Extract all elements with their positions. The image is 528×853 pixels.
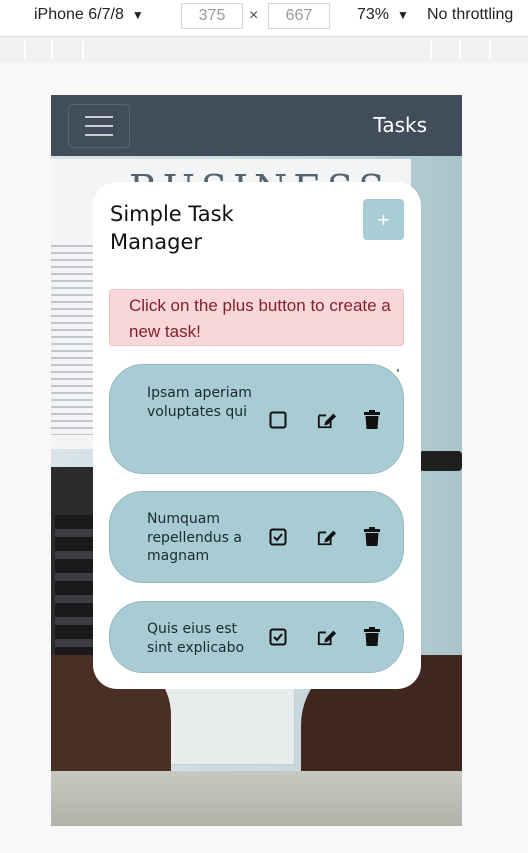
chevron-down-icon: ▼ bbox=[131, 8, 144, 22]
task-item: Ipsam aperiam voluptates qui bbox=[109, 364, 404, 474]
ruler-tick bbox=[430, 41, 432, 59]
zoom-select[interactable]: 73% ▼ bbox=[357, 6, 409, 24]
ruler-tick bbox=[459, 41, 461, 59]
edit-icon bbox=[317, 630, 337, 646]
square-icon bbox=[269, 411, 287, 429]
info-alert: Click on the plus button to create a new… bbox=[109, 289, 404, 346]
device-select[interactable]: iPhone 6/7/8 ▼ bbox=[34, 6, 144, 24]
nav-title[interactable]: Tasks bbox=[373, 113, 427, 137]
ruler-tick bbox=[82, 41, 84, 59]
edit-icon bbox=[317, 530, 337, 546]
delete-task-button[interactable] bbox=[362, 527, 382, 547]
page-title: Simple Task Manager bbox=[110, 202, 234, 254]
task-checkbox[interactable] bbox=[268, 527, 288, 547]
delete-task-button[interactable] bbox=[362, 627, 382, 647]
ruler-tick bbox=[489, 41, 491, 59]
device-viewport: BUSINESS Tasks Simple Task Manager + Cli… bbox=[51, 95, 462, 826]
throttling-value: No throttling bbox=[427, 6, 514, 23]
edit-task-button[interactable] bbox=[317, 627, 337, 647]
edit-icon bbox=[317, 413, 337, 429]
task-manager-card: Simple Task Manager + Click on the plus … bbox=[93, 182, 421, 689]
edit-task-button[interactable] bbox=[317, 527, 337, 547]
height-input[interactable]: 667 bbox=[268, 3, 330, 29]
task-text: Quis eius est sint explicabo bbox=[147, 621, 245, 656]
task-text: Numquam repellendus a magnam bbox=[147, 511, 242, 564]
hamburger-icon bbox=[85, 116, 113, 136]
chevron-down-icon: ▼ bbox=[397, 8, 409, 22]
task-item: Quis eius est sint explicabo bbox=[109, 601, 404, 673]
edit-task-button[interactable] bbox=[317, 410, 337, 430]
delete-task-button[interactable] bbox=[362, 410, 382, 430]
check-square-icon bbox=[269, 628, 287, 646]
dimension-separator: × bbox=[249, 7, 259, 24]
trackpad bbox=[163, 685, 295, 765]
throttling-select[interactable]: No throttling bbox=[427, 6, 513, 24]
menu-toggle-button[interactable] bbox=[68, 104, 130, 148]
laptop-base bbox=[51, 771, 462, 826]
task-text: Ipsam aperiam voluptates qui bbox=[147, 385, 252, 420]
devtools-toolbar: iPhone 6/7/8 ▼ 375 × 667 73% ▼ No thrott… bbox=[0, 0, 528, 34]
media-query-ruler bbox=[0, 36, 528, 62]
navbar: Tasks bbox=[51, 95, 462, 156]
trash-icon bbox=[364, 527, 380, 546]
device-name: iPhone 6/7/8 bbox=[34, 6, 124, 23]
task-checkbox[interactable] bbox=[268, 627, 288, 647]
check-square-icon bbox=[269, 528, 287, 546]
add-task-button[interactable]: + bbox=[363, 199, 404, 240]
width-input[interactable]: 375 bbox=[181, 3, 243, 29]
trash-icon bbox=[364, 410, 380, 429]
task-checkbox[interactable] bbox=[268, 410, 288, 430]
scrollbar[interactable] bbox=[397, 369, 399, 372]
ruler-tick bbox=[51, 41, 53, 59]
ruler-tick bbox=[24, 41, 26, 59]
zoom-value: 73% bbox=[357, 6, 390, 23]
task-item: Numquam repellendus a magnam bbox=[109, 491, 404, 583]
trash-icon bbox=[364, 627, 380, 646]
phone-object bbox=[419, 451, 462, 471]
